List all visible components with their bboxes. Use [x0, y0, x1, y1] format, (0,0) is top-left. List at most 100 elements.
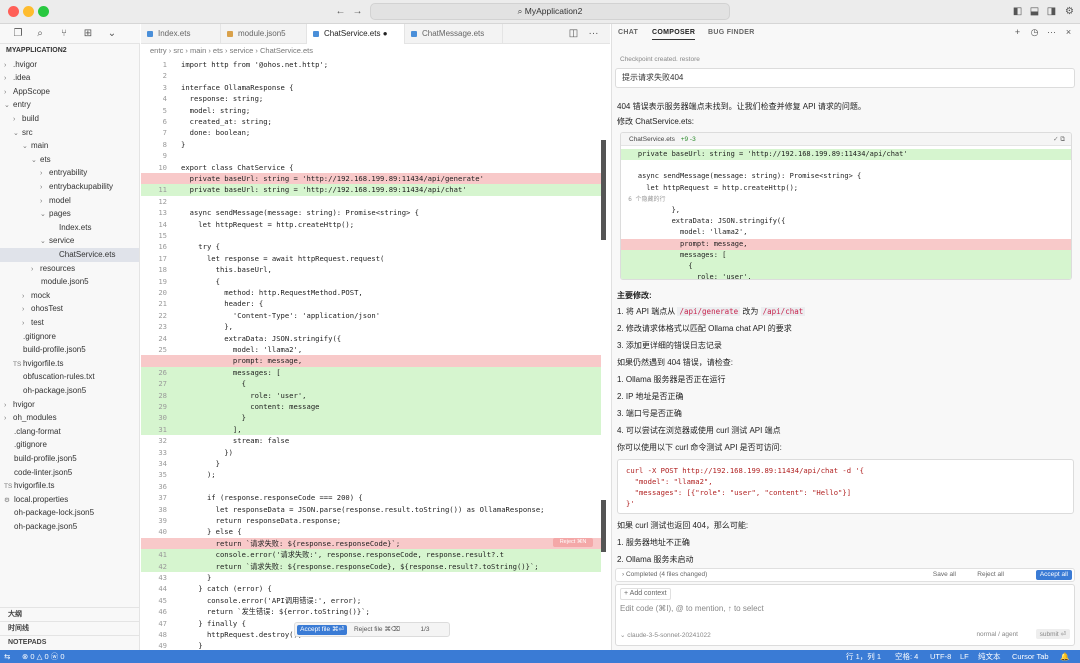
- line-ending[interactable]: LF: [960, 650, 969, 663]
- code-line[interactable]: 19 {: [141, 276, 601, 287]
- file-item[interactable]: ChatService.ets: [0, 248, 139, 262]
- outline-section[interactable]: 大纲: [0, 607, 139, 620]
- added-code-line[interactable]: 42 return `请求失败: ${response.responseCode…: [141, 560, 601, 572]
- code-line[interactable]: 25 model: 'llama2',: [141, 344, 601, 355]
- indentation[interactable]: 空格: 4: [895, 650, 918, 663]
- back-arrow-icon[interactable]: ←: [333, 4, 348, 19]
- more-icon[interactable]: ···: [1044, 25, 1059, 40]
- cursor-tab[interactable]: Cursor Tab: [1012, 650, 1049, 663]
- inline-reject-button[interactable]: Reject ⌘N: [553, 538, 593, 547]
- folder-item[interactable]: ⌄ service: [0, 234, 139, 248]
- tab-bug-finder[interactable]: BUG FINDER: [708, 29, 755, 36]
- added-code-line[interactable]: 29 content: message: [141, 401, 601, 413]
- minimize-window-button[interactable]: [23, 6, 34, 17]
- folder-item[interactable]: › .hvigor: [0, 58, 139, 72]
- file-item[interactable]: .gitignore: [0, 330, 139, 344]
- add-icon[interactable]: +: [1010, 25, 1025, 40]
- file-item[interactable]: code-linter.json5: [0, 466, 139, 480]
- unsaved-dot-icon[interactable]: ●: [383, 29, 388, 38]
- close-window-button[interactable]: [8, 6, 19, 17]
- code-line[interactable]: 10 export class ChatService {: [141, 162, 601, 173]
- deleted-code-line[interactable]: private baseUrl: string = 'http://192.16…: [141, 173, 601, 185]
- code-line[interactable]: 23 },: [141, 321, 601, 332]
- maximize-window-button[interactable]: [38, 6, 49, 17]
- file-item[interactable]: Index.ets: [0, 221, 139, 235]
- added-code-line[interactable]: 26 messages: [: [141, 366, 601, 379]
- code-line[interactable]: 49 }: [141, 640, 601, 650]
- code-line[interactable]: 12: [141, 196, 601, 207]
- notepads-section[interactable]: NOTEPADS: [0, 635, 139, 648]
- explorer-root[interactable]: MYAPPLICATION2: [0, 44, 139, 58]
- forward-arrow-icon[interactable]: →: [350, 4, 365, 19]
- folder-item[interactable]: › ohosTest: [0, 302, 139, 316]
- deleted-code-line[interactable]: return `请求失败: ${response.responseCode}`;: [141, 537, 601, 550]
- code-line[interactable]: 39 return responseData.response;: [141, 515, 601, 526]
- split-editor-icon[interactable]: ◫: [566, 26, 581, 41]
- code-line[interactable]: 35 );: [141, 469, 601, 480]
- checkpoint-text[interactable]: Checkpoint created. restore: [620, 56, 700, 63]
- code-line[interactable]: 20 method: http.RequestMethod.POST,: [141, 287, 601, 298]
- tab-composer[interactable]: COMPOSER: [652, 29, 696, 40]
- toggle-panel-icon[interactable]: ⬓: [1027, 4, 1042, 19]
- folder-item[interactable]: › hvigor: [0, 398, 139, 412]
- code-line[interactable]: 43 }: [141, 572, 601, 583]
- history-icon[interactable]: ◷: [1027, 25, 1042, 40]
- code-line[interactable]: 7 done: boolean;: [141, 127, 601, 138]
- toggle-secondary-icon[interactable]: ◨: [1044, 4, 1059, 19]
- check-icon[interactable]: ✓ ⧉: [1053, 133, 1065, 146]
- file-item[interactable]: .gitignore: [0, 438, 139, 452]
- code-line[interactable]: 38 let responseData = JSON.parse(respons…: [141, 504, 601, 515]
- file-item[interactable]: TS hvigorfile.ts: [0, 479, 139, 493]
- added-code-line[interactable]: 28 role: 'user',: [141, 389, 601, 401]
- folder-item[interactable]: › entrybackupability: [0, 180, 139, 194]
- composer-input[interactable]: + Add context Edit code (⌘I), @ to menti…: [615, 584, 1075, 646]
- folder-item[interactable]: › oh_modules: [0, 411, 139, 425]
- file-item[interactable]: ⚙ local.properties: [0, 493, 139, 507]
- folder-item[interactable]: ⌄ entry: [0, 98, 139, 112]
- added-code-line[interactable]: 30 }: [141, 412, 601, 424]
- accept-all-button[interactable]: Accept all: [1035, 570, 1072, 580]
- language-mode[interactable]: 纯文本: [978, 650, 1001, 663]
- added-code-line[interactable]: 11 private baseUrl: string = 'http://192…: [141, 184, 601, 196]
- chevron-right-icon[interactable]: ›: [622, 571, 624, 578]
- folder-item[interactable]: ⌄ src: [0, 126, 139, 140]
- code-line[interactable]: 44 } catch (error) {: [141, 583, 601, 594]
- code-line[interactable]: 9: [141, 150, 601, 161]
- code-line[interactable]: 18 this.baseUrl,: [141, 264, 601, 275]
- search-icon[interactable]: ⌕: [32, 26, 48, 42]
- encoding[interactable]: UTF-8: [930, 650, 951, 663]
- code-line[interactable]: 22 'Content-Type': 'application/json': [141, 310, 601, 321]
- reject-file-button[interactable]: Reject file ⌘⌫: [351, 625, 403, 635]
- code-line[interactable]: 6 created_at: string;: [141, 116, 601, 127]
- tab-module[interactable]: module.json5: [221, 24, 307, 44]
- added-code-line[interactable]: 27 {: [141, 378, 601, 390]
- folder-item[interactable]: › build: [0, 112, 139, 126]
- tab-index[interactable]: Index.ets: [141, 24, 221, 44]
- code-line[interactable]: 34 }: [141, 458, 601, 469]
- curl-code-block[interactable]: curl -X POST http://192.168.199.89:11434…: [617, 459, 1074, 514]
- folder-item[interactable]: › resources: [0, 262, 139, 276]
- close-icon[interactable]: ×: [1061, 25, 1076, 40]
- timeline-section[interactable]: 时间线: [0, 621, 139, 634]
- diff-preview[interactable]: ChatService.ets +9 -3 ✓ ⧉ private baseUr…: [620, 132, 1072, 280]
- added-code-line[interactable]: 41 console.error('请求失败:', response.respo…: [141, 549, 601, 561]
- source-control-icon[interactable]: ⑂: [56, 26, 72, 42]
- completed-label[interactable]: Completed (4 files changed): [626, 571, 707, 578]
- code-line[interactable]: 3 interface OllamaResponse {: [141, 82, 601, 93]
- code-line[interactable]: 1 import http from '@ohos.net.http';: [141, 59, 601, 70]
- folder-item[interactable]: › .idea: [0, 71, 139, 85]
- code-line[interactable]: 14 let httpRequest = http.createHttp();: [141, 219, 601, 230]
- composer-placeholder[interactable]: Edit code (⌘I), @ to mention, ↑ to selec…: [620, 604, 764, 613]
- code-line[interactable]: 17 let response = await httpRequest.requ…: [141, 253, 601, 264]
- notifications-bell-icon[interactable]: 🔔: [1060, 650, 1069, 663]
- tab-chatmessage[interactable]: ChatMessage.ets: [405, 24, 503, 44]
- folder-item[interactable]: › entryability: [0, 166, 139, 180]
- breadcrumb[interactable]: entry › src › main › ets › service › Cha…: [150, 44, 590, 57]
- folder-item[interactable]: › test: [0, 316, 139, 330]
- code-line[interactable]: 21 header: {: [141, 298, 601, 309]
- code-line[interactable]: 16 try {: [141, 241, 601, 252]
- code-line[interactable]: 33 }): [141, 447, 601, 458]
- chevron-down-icon[interactable]: ⌄: [104, 26, 120, 42]
- code-line[interactable]: 24 extraData: JSON.stringify({: [141, 333, 601, 344]
- file-item[interactable]: oh-package-lock.json5: [0, 506, 139, 520]
